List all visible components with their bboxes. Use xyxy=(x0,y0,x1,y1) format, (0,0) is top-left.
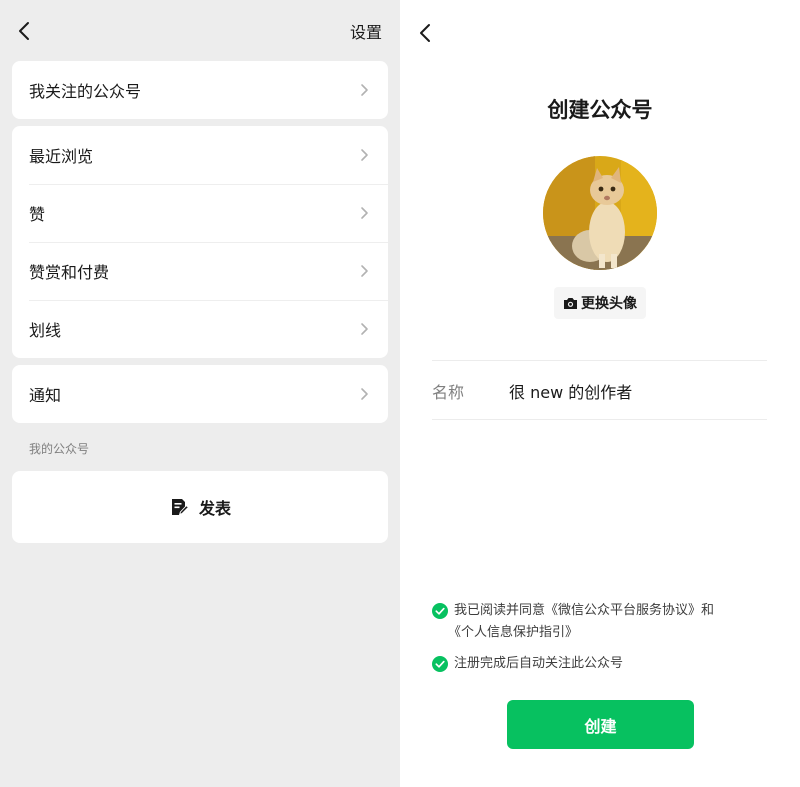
menu-item-likes[interactable]: 赞 xyxy=(12,184,388,242)
followed-group: 我关注的公众号 xyxy=(12,61,388,119)
menu-item-recently-viewed[interactable]: 最近浏览 xyxy=(12,126,388,184)
camera-icon xyxy=(564,297,577,309)
change-avatar-button[interactable]: 更换头像 xyxy=(554,287,646,319)
settings-link[interactable]: 设置 xyxy=(350,19,382,43)
create-button[interactable]: 创建 xyxy=(507,700,694,749)
menu-item-label: 通知 xyxy=(29,386,62,405)
divider xyxy=(432,419,767,420)
menu-item-highlights[interactable]: 划线 xyxy=(12,300,388,358)
agreement-text: 我已阅读并同意《微信公众平台服务协议》和 《个人信息保护指引》 xyxy=(448,600,715,644)
auto-follow-row[interactable]: 注册完成后自动关注此公众号 xyxy=(432,653,772,675)
agreement-line-2[interactable]: 《个人信息保护指引》 xyxy=(448,622,714,644)
publish-label: 发表 xyxy=(198,499,231,518)
change-avatar-label: 更换头像 xyxy=(581,296,637,312)
menu-item-notifications[interactable]: 通知 xyxy=(12,365,388,423)
publish-button[interactable]: 发表 xyxy=(12,471,388,543)
chevron-right-icon xyxy=(361,149,368,161)
chevron-right-icon xyxy=(361,207,368,219)
menu-item-label: 划线 xyxy=(29,321,62,340)
checked-circle-icon[interactable] xyxy=(432,656,448,672)
edit-document-icon xyxy=(171,499,189,515)
subscriptions-panel: 设置 我关注的公众号 最近浏览 赞 赞赏和付费 划线 通知 我的公众号 发表 xyxy=(0,0,400,787)
history-group: 最近浏览 赞 赞赏和付费 划线 xyxy=(12,126,388,358)
agreement-row[interactable]: 我已阅读并同意《微信公众平台服务协议》和 《个人信息保护指引》 xyxy=(432,600,772,644)
chevron-left-icon[interactable] xyxy=(415,22,437,44)
chevron-right-icon xyxy=(361,323,368,335)
menu-item-label: 最近浏览 xyxy=(29,147,94,166)
page-title: 创建公众号 xyxy=(547,98,653,122)
checked-circle-icon[interactable] xyxy=(432,603,448,619)
menu-item-label: 赞 xyxy=(29,205,46,224)
menu-item-label: 赞赏和付费 xyxy=(29,263,110,282)
cat-avatar-image xyxy=(543,156,657,270)
auto-follow-text: 注册完成后自动关注此公众号 xyxy=(454,656,624,671)
name-input[interactable]: 很 new 的创作者 xyxy=(509,379,632,403)
section-label-my-accounts: 我的公众号 xyxy=(29,442,90,456)
create-account-panel: 创建公众号 更换头像 名称 很 new 的创作者 我已阅读并同意《微信公众平台服… xyxy=(400,0,800,787)
menu-item-tips-and-payments[interactable]: 赞赏和付费 xyxy=(12,242,388,300)
menu-item-followed-accounts[interactable]: 我关注的公众号 xyxy=(12,61,388,119)
avatar[interactable] xyxy=(543,156,657,270)
chevron-right-icon xyxy=(361,265,368,277)
chevron-left-icon[interactable] xyxy=(14,20,36,42)
chevron-right-icon xyxy=(361,388,368,400)
menu-item-label: 我关注的公众号 xyxy=(29,82,142,101)
chevron-right-icon xyxy=(361,84,368,96)
notification-group: 通知 xyxy=(12,365,388,423)
name-label: 名称 xyxy=(432,383,465,402)
divider xyxy=(432,360,767,361)
agreement-line-1: 我已阅读并同意《微信公众平台服务协议》和 xyxy=(454,603,715,618)
